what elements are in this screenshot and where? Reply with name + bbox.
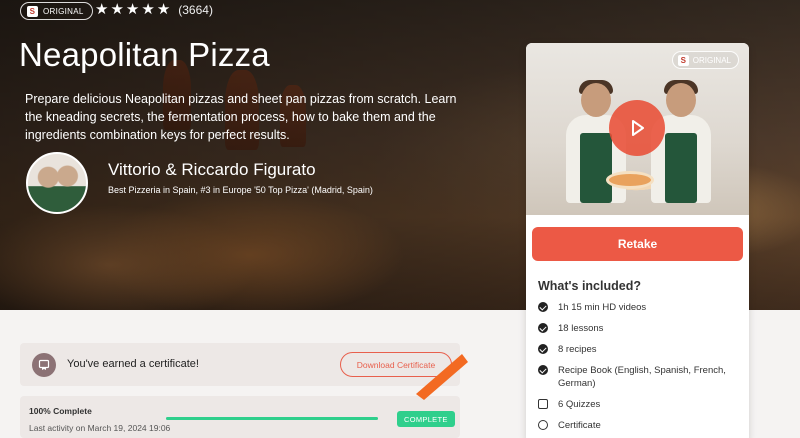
pizza-image [606, 171, 654, 189]
course-rating: ★ ★ ★ ★ ★ (3664) [95, 1, 213, 19]
play-icon [632, 120, 644, 136]
star-icon: ★ [125, 1, 140, 18]
list-item: Recipe Book (English, Spanish, French, G… [538, 364, 743, 390]
progress-bar-fill [166, 417, 378, 420]
included-item-label: Recipe Book (English, Spanish, French, G… [558, 365, 726, 389]
certificate-icon [32, 353, 56, 377]
list-item: 18 lessons [538, 322, 743, 335]
certificate-message: You've earned a certificate! [67, 358, 199, 370]
progress-percent: 100% Complete [29, 406, 92, 416]
chef-bio: Best Pizzeria in Spain, #3 in Europe '50… [108, 185, 373, 195]
chef-avatar[interactable] [26, 152, 88, 214]
retake-button[interactable]: Retake [532, 227, 743, 261]
check-circle-icon [538, 323, 548, 333]
list-item: 6 Quizzes [538, 398, 743, 411]
play-button[interactable] [609, 100, 665, 156]
course-title: Neapolitan Pizza [19, 36, 270, 73]
status-badge: COMPLETE [397, 411, 455, 427]
list-item: 1h 15 min HD videos [538, 301, 743, 314]
certificate-icon [538, 420, 548, 430]
included-heading: What's included? [538, 279, 641, 293]
star-icon: ★ [156, 1, 171, 18]
check-circle-icon [538, 344, 548, 354]
included-item-label: 8 recipes [558, 344, 597, 355]
original-badge-label: ORIGINAL [43, 6, 84, 16]
original-badge: S ORIGINAL [671, 51, 739, 69]
brand-logo-icon: S [27, 5, 38, 17]
list-item: Certificate [538, 419, 743, 432]
chef-name[interactable]: Vittorio & Riccardo Figurato [108, 160, 316, 180]
quiz-icon [538, 399, 548, 409]
check-circle-icon [538, 365, 548, 375]
star-icon: ★ [95, 1, 109, 18]
star-icon: ★ [110, 1, 124, 18]
star-icon: ★ [141, 1, 155, 18]
progress-panel: 100% Complete Last activity on March 19,… [20, 396, 460, 438]
video-preview[interactable]: S ORIGINAL [526, 43, 749, 215]
rating-count: (3664) [178, 3, 213, 17]
included-item-label: 1h 15 min HD videos [558, 302, 647, 313]
included-list: 1h 15 min HD videos 18 lessons 8 recipes… [538, 301, 743, 438]
included-item-label: 18 lessons [558, 323, 604, 334]
annotation-arrow-icon [416, 354, 468, 400]
last-activity: Last activity on March 19, 2024 19:06 [29, 423, 171, 433]
included-item-label: Certificate [558, 420, 601, 431]
progress-bar [166, 417, 378, 420]
certificate-banner: You've earned a certificate! Download Ce… [20, 343, 460, 386]
course-description: Prepare delicious Neapolitan pizzas and … [25, 92, 457, 142]
original-badge: S ORIGINAL [20, 2, 93, 20]
course-side-card: S ORIGINAL Retake What's included? 1h 15… [526, 43, 749, 438]
list-item: 8 recipes [538, 343, 743, 356]
included-item-label: 6 Quizzes [558, 399, 601, 410]
brand-logo-icon: S [677, 54, 689, 66]
original-badge-label: ORIGINAL [692, 55, 731, 65]
check-circle-icon [538, 302, 548, 312]
